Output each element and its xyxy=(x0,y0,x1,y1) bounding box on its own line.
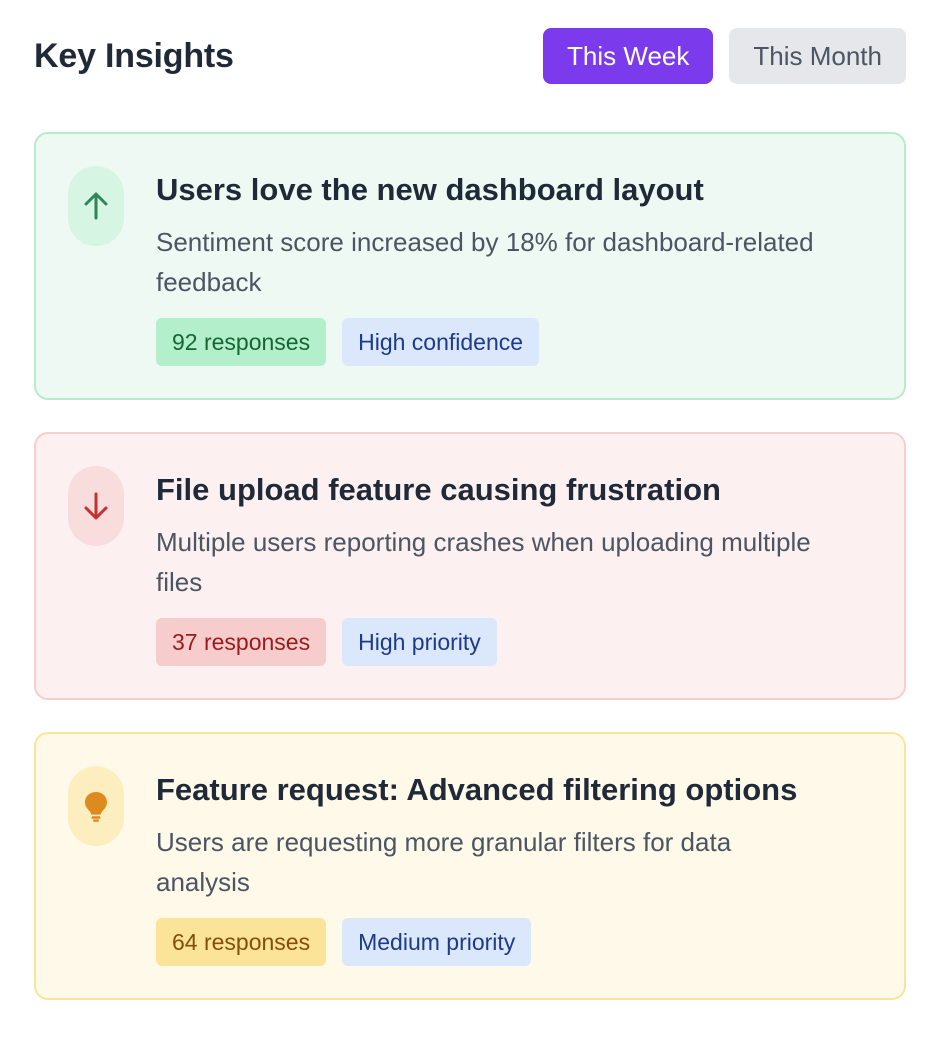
insight-card-idea: Feature request: Advanced filtering opti… xyxy=(34,732,906,1000)
arrow-up-icon xyxy=(68,166,124,246)
priority-badge: Medium priority xyxy=(342,918,532,966)
this-month-button[interactable]: This Month xyxy=(729,28,906,84)
insight-description: Sentiment score increased by 18% for das… xyxy=(156,227,814,297)
responses-badge: 64 responses xyxy=(156,918,327,966)
insight-description: Users are requesting more granular filte… xyxy=(156,827,732,897)
responses-badge: 37 responses xyxy=(156,618,327,666)
insight-title: Feature request: Advanced filtering opti… xyxy=(156,772,798,807)
insight-card-negative: File upload feature causing frustration … xyxy=(34,432,906,700)
this-week-button[interactable]: This Week xyxy=(543,28,714,84)
insight-tags: 92 responses High confidence xyxy=(156,318,872,366)
insight-title: Users love the new dashboard layout xyxy=(156,172,704,207)
insight-tags: 37 responses High priority xyxy=(156,618,872,666)
lightbulb-icon xyxy=(68,766,124,846)
confidence-badge: High confidence xyxy=(342,318,540,366)
responses-badge: 92 responses xyxy=(156,318,327,366)
insight-tags: 64 responses Medium priority xyxy=(156,918,872,966)
key-insights-panel: Key Insights This Week This Month Users … xyxy=(0,0,934,1040)
arrow-down-icon xyxy=(68,466,124,546)
insight-description: Multiple users reporting crashes when up… xyxy=(156,527,811,597)
period-toggle: This Week This Month xyxy=(543,28,906,84)
insight-title: File upload feature causing frustration xyxy=(156,472,721,507)
panel-header: Key Insights This Week This Month xyxy=(34,28,906,84)
insight-card-positive: Users love the new dashboard layout Sent… xyxy=(34,132,906,400)
priority-badge: High priority xyxy=(342,618,497,666)
page-title: Key Insights xyxy=(34,36,234,75)
